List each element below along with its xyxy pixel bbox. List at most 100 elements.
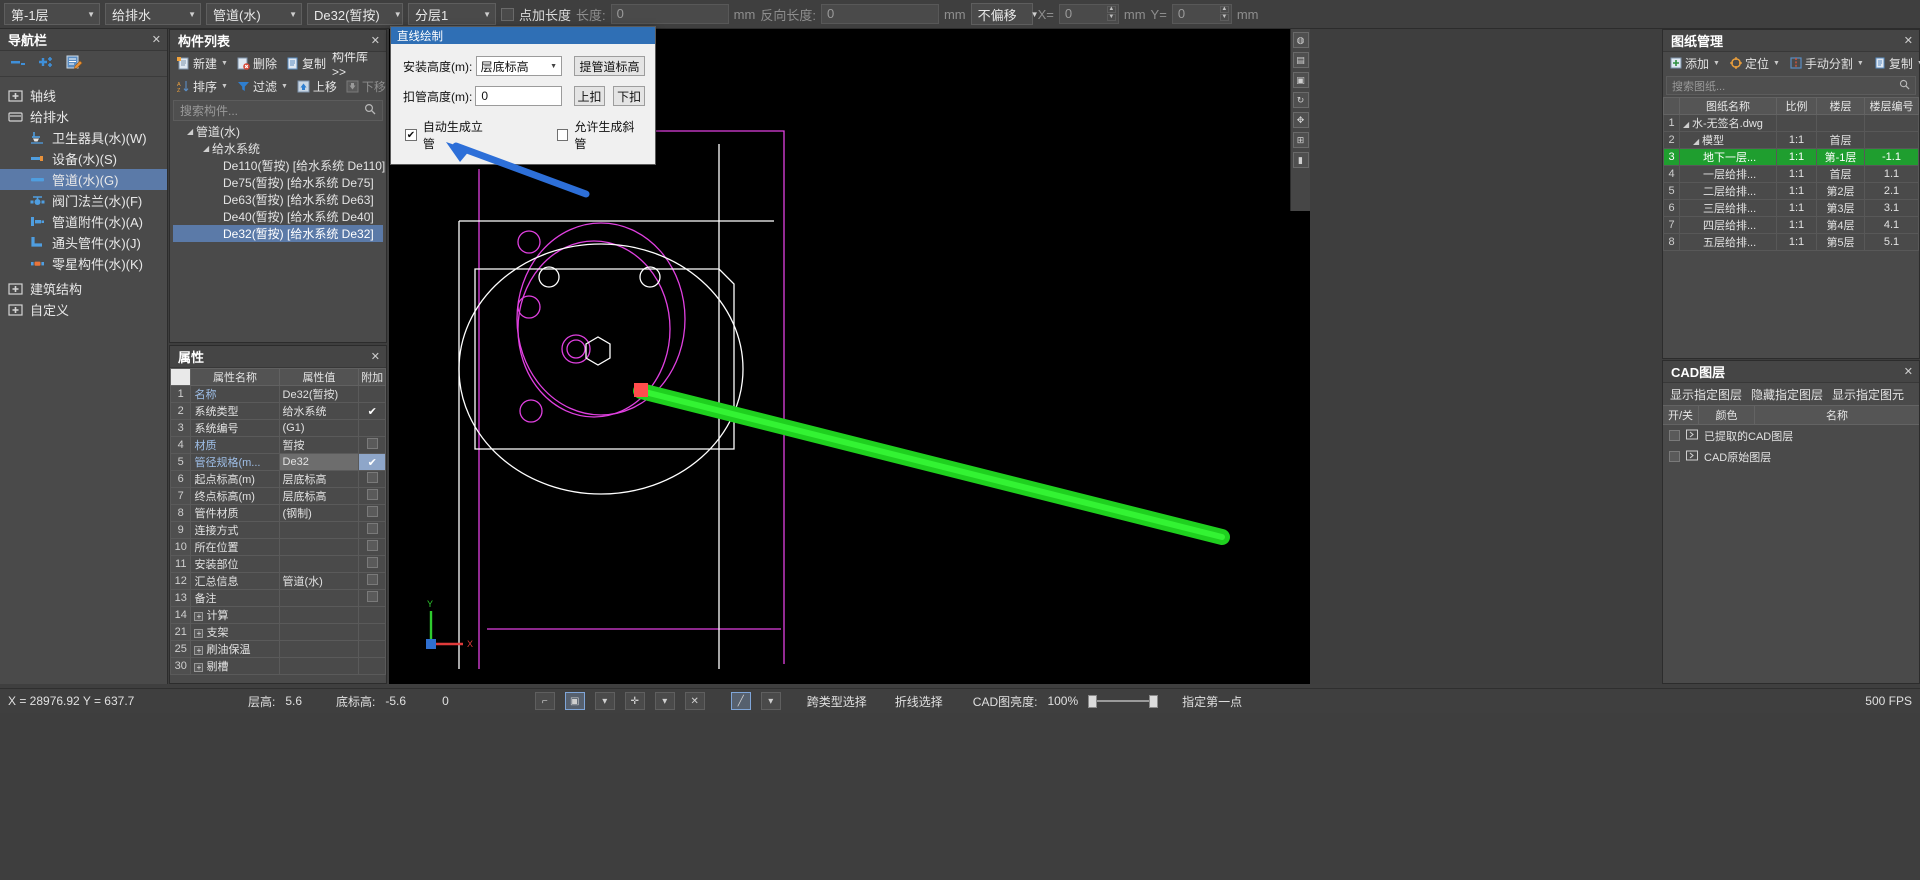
folder-icon[interactable] bbox=[1686, 450, 1698, 464]
table-row[interactable]: 1 名称 De32(暂按) bbox=[169, 385, 386, 403]
checkbox-empty-icon[interactable] bbox=[366, 523, 378, 534]
checkbox-empty-icon[interactable] bbox=[366, 540, 378, 551]
show-specified-entity-link[interactable]: 显示指定图元 bbox=[1832, 386, 1904, 403]
row-attach[interactable] bbox=[358, 487, 386, 505]
sidebar-item-axis[interactable]: 轴线 bbox=[0, 85, 167, 106]
drawing-search-input[interactable]: 搜索图纸... bbox=[1666, 76, 1916, 95]
table-row[interactable]: 21 + 支架 bbox=[169, 623, 386, 641]
close-snap-icon[interactable]: ✕ bbox=[684, 692, 705, 710]
auto-riser-checkbox[interactable]: ✔ bbox=[405, 129, 417, 141]
table-row[interactable]: 3 地下一层... 1:1 第-1层 -1.1 bbox=[1663, 148, 1919, 166]
chevron-down-icon[interactable]: ▼ bbox=[1856, 60, 1864, 67]
reverse-length-input[interactable]: 0 bbox=[820, 4, 939, 24]
folder-icon[interactable] bbox=[1686, 429, 1698, 443]
tree-item-de110[interactable]: De110(暂按) [给水系统 De110] bbox=[173, 157, 385, 174]
row-value[interactable] bbox=[278, 589, 360, 607]
y-input[interactable]: 0 ▲ ▼ bbox=[1171, 4, 1232, 24]
chevron-expand-icon[interactable]: ◢ bbox=[1693, 137, 1702, 146]
chevron-down-icon[interactable]: ▼ bbox=[220, 60, 228, 67]
table-row[interactable]: 2 ◢ 模型 1:1 首层 bbox=[1663, 131, 1919, 149]
tree-item-de63[interactable]: De63(暂按) [给水系统 De63] bbox=[173, 191, 383, 208]
polyline-select-label[interactable]: 折线选择 bbox=[895, 693, 943, 710]
tree-item-pipe-water[interactable]: ◢ 管道(水) bbox=[173, 123, 383, 140]
component-search-input[interactable]: 搜索构件... bbox=[173, 100, 383, 121]
sidebar-item-accessory[interactable]: 管道附件(水)(A) bbox=[0, 211, 167, 232]
add-length-checkbox[interactable] bbox=[501, 7, 514, 21]
sort-button[interactable]: AZ 排序 ▼ bbox=[174, 77, 231, 96]
row-attach[interactable] bbox=[358, 470, 386, 488]
table-row[interactable]: 1 ◢ 水-无签名.dwg bbox=[1663, 114, 1919, 132]
table-row[interactable]: 14 + 计算 bbox=[169, 606, 386, 624]
table-row[interactable]: 13 备注 bbox=[169, 589, 386, 607]
row-value[interactable]: De32(暂按) bbox=[278, 385, 360, 403]
plus-icon[interactable] bbox=[38, 56, 54, 72]
sidebar-item-valve[interactable]: 阀门法兰(水)(F) bbox=[0, 190, 167, 211]
tree-item-de32[interactable]: De32(暂按) [给水系统 De32] bbox=[173, 225, 383, 242]
search-icon[interactable] bbox=[1899, 79, 1910, 93]
offset-select[interactable]: 不偏移 ▼ bbox=[970, 3, 1039, 25]
checkbox-empty-icon[interactable] bbox=[366, 574, 378, 585]
checkbox-empty-icon[interactable] bbox=[366, 591, 378, 602]
row-value[interactable]: 管道(水) bbox=[278, 572, 360, 590]
row-value[interactable] bbox=[278, 555, 360, 573]
close-icon[interactable]: ✕ bbox=[371, 34, 380, 47]
tree-item-water-supply-system[interactable]: ◢ 给水系统 bbox=[173, 140, 383, 157]
chevron-down-icon[interactable]: ▾ bbox=[654, 692, 675, 710]
floor-select[interactable]: 第-1层 ▼ bbox=[4, 3, 100, 25]
chevron-down-icon[interactable]: ▼ bbox=[1712, 60, 1720, 67]
layer-visibility-checkbox[interactable] bbox=[1669, 430, 1680, 441]
checkbox-empty-icon[interactable] bbox=[366, 557, 378, 568]
table-row[interactable]: 5 管径规格(m... De32 ✔ bbox=[169, 453, 386, 471]
row-value[interactable]: 层底标高 bbox=[278, 470, 360, 488]
chevron-expand-icon[interactable]: ◢ bbox=[1683, 120, 1692, 129]
sidebar-item-misc[interactable]: 零星构件(水)(K) bbox=[0, 253, 167, 274]
row-attach[interactable] bbox=[358, 538, 386, 556]
new-button[interactable]: 新建 ▼ bbox=[174, 54, 231, 73]
layers-icon[interactable]: ▤ bbox=[1292, 52, 1309, 68]
row-attach[interactable] bbox=[358, 589, 386, 607]
close-icon[interactable]: ✕ bbox=[371, 350, 380, 363]
expand-plus-icon[interactable]: + bbox=[194, 646, 204, 655]
allow-slope-checkbox[interactable] bbox=[556, 129, 569, 141]
component-library-link[interactable]: 构件库>> bbox=[332, 48, 382, 79]
table-row[interactable]: 25 + 刷油保温 bbox=[169, 640, 386, 658]
row-attach[interactable] bbox=[358, 419, 386, 437]
copy-drawing-button[interactable]: 复制 ▼ bbox=[1871, 54, 1920, 73]
sidebar-item-structure[interactable]: 建筑结构 bbox=[0, 278, 167, 299]
grid-icon[interactable]: ⊞ bbox=[1292, 132, 1309, 148]
pan-icon[interactable]: ✥ bbox=[1292, 112, 1309, 128]
close-icon[interactable]: ✕ bbox=[1904, 365, 1913, 378]
chevron-down-icon[interactable]: ▼ bbox=[1916, 60, 1920, 67]
chevron-down-icon[interactable]: ▼ bbox=[220, 83, 228, 90]
slider-knob-left[interactable] bbox=[1088, 694, 1098, 708]
category-select[interactable]: 管道(水) ▼ bbox=[206, 3, 302, 25]
chevron-down-icon[interactable]: ▾ bbox=[760, 692, 781, 710]
checkbox-empty-icon[interactable] bbox=[366, 489, 378, 500]
table-row[interactable]: 7 四层给排... 1:1 第4层 4.1 bbox=[1663, 216, 1919, 234]
slider-knob-right[interactable] bbox=[1149, 694, 1159, 708]
layer-visibility-checkbox[interactable] bbox=[1669, 451, 1680, 462]
row-value[interactable] bbox=[278, 521, 360, 539]
delete-button[interactable]: 删除 bbox=[234, 54, 280, 73]
expand-plus-icon[interactable]: + bbox=[194, 629, 204, 638]
locate-drawing-button[interactable]: 定位 ▼ bbox=[1727, 54, 1783, 73]
table-row[interactable]: 11 安装部位 bbox=[169, 555, 386, 573]
row-value[interactable]: (G1) bbox=[278, 419, 360, 437]
table-row[interactable]: 10 所在位置 bbox=[169, 538, 386, 556]
manual-split-button[interactable]: 手动分割 ▼ bbox=[1787, 54, 1867, 73]
scroll-thumb[interactable]: ▮ bbox=[1292, 152, 1309, 168]
table-row[interactable]: 6 起点标高(m) 层底标高 bbox=[169, 470, 386, 488]
cross-type-select-label[interactable]: 跨类型选择 bbox=[807, 693, 867, 710]
cad-brightness-slider[interactable] bbox=[1088, 694, 1159, 708]
table-row[interactable]: 12 汇总信息 管道(水) bbox=[169, 572, 386, 590]
view-cube-icon[interactable]: ▣ bbox=[1292, 72, 1309, 88]
edit-icon[interactable] bbox=[66, 55, 83, 72]
table-row[interactable]: 4 一层给排... 1:1 首层 1.1 bbox=[1663, 165, 1919, 183]
lift-pipe-elevation-button[interactable]: 提管道标高 bbox=[574, 56, 645, 76]
row-value[interactable]: De32 bbox=[278, 453, 360, 471]
x-spinner[interactable]: ▲ ▼ bbox=[1106, 6, 1116, 21]
table-row[interactable]: 4 材质 暂按 bbox=[169, 436, 386, 454]
deduct-down-button[interactable]: 下扣 bbox=[613, 86, 645, 106]
table-row[interactable]: 2 系统类型 给水系统 ✔ bbox=[169, 402, 386, 420]
row-attach[interactable] bbox=[358, 572, 386, 590]
